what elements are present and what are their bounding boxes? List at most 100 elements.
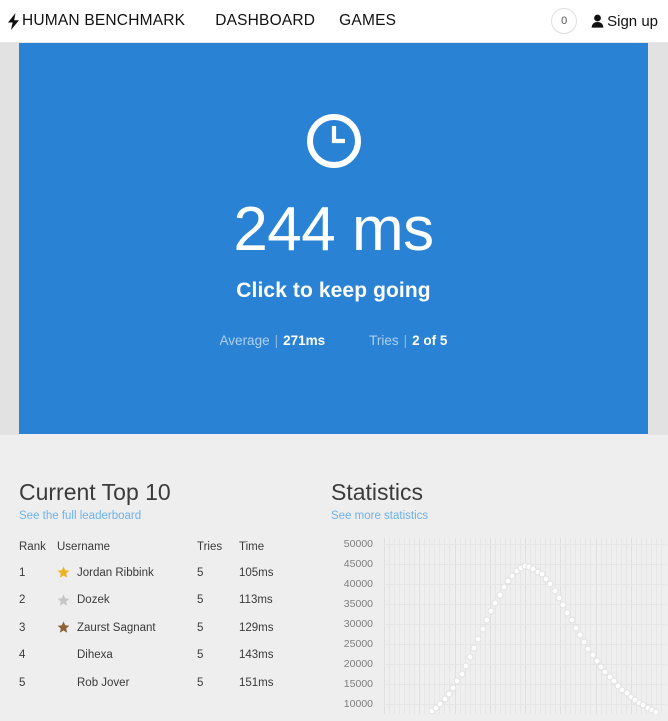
cell-username: Rob Jover [57,676,197,704]
chart-data-point [445,690,453,698]
leaderboard-table: Rank Username Tries Time 1 Jordan Ribbink… [19,541,285,704]
username-label: Jordan Ribbink [77,566,154,579]
cell-time: 113ms [239,594,273,607]
chart-data-point [559,601,567,609]
nav-link-games[interactable]: GAMES [327,12,408,30]
table-row: 4 Dihexa 5 143ms [19,649,285,677]
stat-average: Average | 271ms [220,333,326,348]
column-header-username: Username [57,541,111,554]
leaderboard-section: Current Top 10 See the full leaderboard … [0,435,315,721]
chart-data-point [568,616,576,624]
cell-time: 129ms [239,621,274,634]
brand-logo[interactable]: HUMAN BENCHMARK [7,12,185,30]
user-icon [591,14,604,28]
chart-data-point [458,670,466,678]
gridline-horizontal [384,684,666,686]
medal-star-icon [57,621,70,634]
cell-time: 143ms [239,649,274,662]
cell-tries: 5 [197,676,204,689]
statistics-section: Statistics See more statistics 50000 4500… [315,435,668,721]
chart-data-point [474,635,482,643]
chart-data-point [462,662,470,670]
chart-data-point [453,677,461,685]
cell-tries: 5 [197,649,204,662]
lower-content: Current Top 10 See the full leaderboard … [0,435,668,721]
gridline-horizontal [384,664,666,666]
chart-data-point [500,583,508,591]
chart-data-point [483,616,491,624]
cell-rank: 4 [19,649,26,662]
column-header-time: Time [239,541,265,554]
table-row: 5 Rob Jover 5 151ms [19,676,285,704]
y-axis-tick-label: 20000 [343,658,373,671]
chart-data-point [466,653,474,661]
medal-star-icon [57,594,70,607]
top-navbar: HUMAN BENCHMARK DASHBOARD GAMES 0 Sign u… [0,0,668,43]
chart-data-point [551,587,559,595]
table-header-row: Rank Username Tries Time [19,541,285,566]
chart-y-axis: 50000 45000 40000 35000 30000 25000 20000 15000… [331,538,377,714]
chart-data-point [470,644,478,652]
cell-tries: 5 [197,594,204,607]
y-axis-tick-label: 45000 [343,558,373,571]
cell-username: Jordan Ribbink [57,566,197,594]
y-axis-tick-label: 40000 [343,578,373,591]
stat-average-label: Average [219,333,270,348]
username-label: Dihexa [77,649,113,662]
leaderboard-title: Current Top 10 [19,479,171,505]
chart-data-point [487,607,495,615]
chart-data-point [449,684,457,692]
gridline-horizontal [384,704,666,706]
chart-data-point [563,609,571,617]
chart-data-point [491,599,499,607]
stat-tries: Tries | 2 of 5 [369,333,447,348]
clock-icon [305,112,363,175]
medal-star-icon [57,566,70,579]
sign-up-label: Sign up [607,12,658,30]
sign-up-button[interactable]: Sign up [591,13,658,30]
cell-username: Zaurst Sagnant [57,621,197,649]
column-header-tries: Tries [197,541,223,554]
panel-stats-row: Average | 271ms Tries | 2 of 5 [220,333,448,348]
reaction-test-panel[interactable]: 244 ms Click to keep going Average | 271… [19,43,648,434]
click-prompt: Click to keep going [236,279,431,302]
leaderboard-body: 1 Jordan Ribbink 5 105ms 2 Dozek 5 113ms 3 Zaurst… [19,566,285,704]
reaction-time-value: 244 ms [233,195,434,264]
token-count-badge[interactable]: 0 [551,8,578,34]
cell-time: 151ms [239,676,274,689]
cell-rank: 2 [19,594,26,607]
gridline-horizontal [384,624,666,626]
bolt-icon [7,12,20,30]
chart-data-point [576,631,584,639]
left-gutter [0,43,19,435]
nav-right-group: 0 Sign up [551,8,658,34]
cell-tries: 5 [197,566,204,579]
cell-rank: 5 [19,676,26,689]
y-axis-tick-label: 50000 [343,538,373,551]
y-axis-tick-label: 30000 [343,618,373,631]
table-row: 3 Zaurst Sagnant 5 129ms [19,621,285,649]
stat-tries-separator: | [403,333,408,348]
stat-tries-value: 2 of 5 [412,333,448,348]
chart-data-point [555,594,563,602]
statistics-title: Statistics [331,479,424,505]
gridline-horizontal [384,604,666,606]
stat-average-separator: | [274,333,279,348]
nav-links: DASHBOARD GAMES [203,12,408,30]
cell-rank: 1 [19,566,26,579]
chart-data-point [572,624,580,632]
stat-average-value: 271ms [283,333,326,348]
y-axis-tick-label: 25000 [343,638,373,651]
brand-label: HUMAN BENCHMARK [22,12,186,29]
nav-link-dashboard[interactable]: DASHBOARD [203,12,327,30]
statistics-link[interactable]: See more statistics [331,510,428,522]
username-label: Dozek [77,594,110,607]
y-axis-tick-label: 10000 [343,698,373,711]
table-row: 2 Dozek 5 113ms [19,594,285,622]
right-gutter [648,43,668,435]
username-label: Zaurst Sagnant [77,621,156,634]
gridline-horizontal [384,584,666,586]
chart-data-point [479,625,487,633]
leaderboard-link[interactable]: See the full leaderboard [19,510,141,522]
chart-data-point [652,708,660,715]
